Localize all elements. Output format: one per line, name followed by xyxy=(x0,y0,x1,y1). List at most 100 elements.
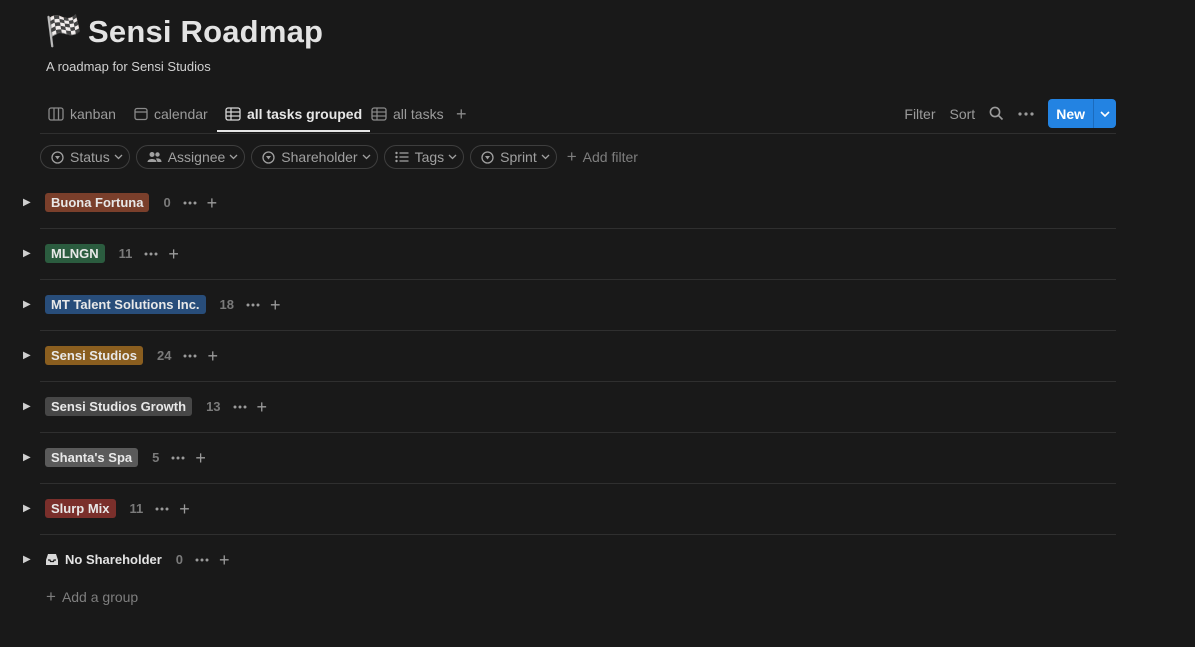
more-options-icon[interactable] xyxy=(155,507,169,511)
group-count: 11 xyxy=(118,246,133,261)
table-icon xyxy=(225,106,241,121)
no-shareholder-group[interactable]: No Shareholder xyxy=(45,552,162,567)
filter-sprint[interactable]: Sprint xyxy=(470,145,557,169)
more-options-icon[interactable] xyxy=(246,303,260,307)
group-tag[interactable]: Shanta's Spa xyxy=(45,448,139,467)
group-tag[interactable]: Sensi Studios Growth xyxy=(45,397,193,416)
list-icon xyxy=(394,151,409,163)
group-count: 13 xyxy=(206,399,221,414)
caret-right-icon[interactable]: ▶ xyxy=(23,248,33,259)
filter-bar: Status Assignee Shareholder Tags Sprint … xyxy=(40,145,638,169)
caret-right-icon[interactable]: ▶ xyxy=(23,452,33,463)
filter-label: Tags xyxy=(414,149,445,165)
group-count: 0 xyxy=(175,552,184,567)
tab-all-tasks-grouped[interactable]: all tasks grouped xyxy=(217,97,371,132)
tab-calendar[interactable]: calendar xyxy=(134,97,208,131)
caret-right-icon[interactable]: ▶ xyxy=(23,401,33,412)
group-row: ▶ MT Talent Solutions Inc. 18 + xyxy=(23,279,1116,331)
group-row: ▶ Shanta's Spa 5 + xyxy=(23,432,1116,484)
caret-right-icon[interactable]: ▶ xyxy=(23,503,33,514)
group-row: ▶ Slurp Mix 11 + xyxy=(23,483,1116,535)
table-icon xyxy=(371,107,387,121)
board-icon xyxy=(48,107,64,121)
filter-shareholder[interactable]: Shareholder xyxy=(251,145,378,169)
calendar-icon xyxy=(134,107,148,121)
tab-label: all tasks grouped xyxy=(247,105,363,122)
page-title[interactable]: Sensi Roadmap xyxy=(88,14,323,50)
caret-right-icon[interactable]: ▶ xyxy=(23,197,33,208)
more-options-icon[interactable] xyxy=(195,558,209,562)
more-options-icon[interactable] xyxy=(171,456,185,460)
more-options-icon[interactable] xyxy=(183,354,197,358)
add-item-button[interactable]: + xyxy=(270,296,281,314)
new-button-group: New xyxy=(1048,99,1116,128)
group-count: 11 xyxy=(129,501,144,516)
plus-icon: + xyxy=(46,587,56,606)
filter-label: Assignee xyxy=(167,149,226,165)
new-button[interactable]: New xyxy=(1048,99,1093,128)
chevron-down-icon xyxy=(229,154,238,160)
filter-button[interactable]: Filter xyxy=(904,106,935,122)
view-tabs: kanban calendar all tasks grouped all ta… xyxy=(40,97,1116,134)
tab-label: kanban xyxy=(70,106,116,122)
filter-tags[interactable]: Tags xyxy=(383,145,465,169)
caret-right-icon[interactable]: ▶ xyxy=(23,350,33,361)
caret-right-icon[interactable]: ▶ xyxy=(23,299,33,310)
add-group-button[interactable]: + Add a group xyxy=(46,587,139,606)
add-item-button[interactable]: + xyxy=(179,500,190,518)
tab-label: calendar xyxy=(154,106,208,122)
caret-right-icon[interactable]: ▶ xyxy=(23,554,33,565)
tab-all-tasks[interactable]: all tasks xyxy=(371,97,444,131)
filter-label: Shareholder xyxy=(281,149,358,165)
page-description[interactable]: A roadmap for Sensi Studios xyxy=(46,59,211,74)
group-count: 18 xyxy=(219,297,235,312)
group-row: ▶ Sensi Studios 24 + xyxy=(23,330,1116,382)
group-tag[interactable]: Slurp Mix xyxy=(45,499,116,518)
add-item-button[interactable]: + xyxy=(219,551,230,569)
group-tag[interactable]: MT Talent Solutions Inc. xyxy=(45,295,206,314)
inbox-icon xyxy=(46,554,58,565)
group-tag[interactable]: Sensi Studios xyxy=(45,346,143,365)
status-icon xyxy=(51,150,64,164)
people-icon xyxy=(147,152,162,162)
add-group-label: Add a group xyxy=(61,589,139,605)
view-actions: Filter Sort New xyxy=(890,99,1116,128)
add-item-button[interactable]: + xyxy=(195,449,206,467)
add-item-button[interactable]: + xyxy=(207,347,218,365)
chevron-down-icon xyxy=(541,154,550,160)
status-icon xyxy=(262,150,275,164)
group-count: 5 xyxy=(152,450,160,465)
filter-status[interactable]: Status xyxy=(40,145,130,169)
add-filter-button[interactable]: + Add filter xyxy=(567,148,638,165)
chevron-down-icon[interactable] xyxy=(1093,99,1116,128)
group-label: No Shareholder xyxy=(65,552,162,567)
more-options-icon[interactable] xyxy=(144,252,158,256)
add-item-button[interactable]: + xyxy=(207,194,218,212)
add-item-button[interactable]: + xyxy=(257,398,268,416)
group-tag[interactable]: MLNGN xyxy=(45,244,105,263)
more-options-icon[interactable] xyxy=(1018,111,1034,116)
filter-assignee[interactable]: Assignee xyxy=(135,145,246,169)
search-icon[interactable] xyxy=(989,106,1004,121)
checkered-flag-icon[interactable]: 🏁 xyxy=(45,14,82,50)
title-row: 🏁 Sensi Roadmap xyxy=(45,14,323,50)
tab-kanban[interactable]: kanban xyxy=(48,97,116,131)
status-icon xyxy=(481,150,494,164)
group-row: ▶ Sensi Studios Growth 13 + xyxy=(23,381,1116,433)
add-filter-label: Add filter xyxy=(582,149,638,165)
group-row: ▶ MLNGN 11 + xyxy=(23,228,1116,280)
more-options-icon[interactable] xyxy=(183,201,197,205)
group-row: ▶ No Shareholder 0 + xyxy=(23,534,1116,585)
group-count: 0 xyxy=(163,195,171,210)
more-options-icon[interactable] xyxy=(233,405,247,409)
chevron-down-icon xyxy=(362,154,371,160)
group-count: 24 xyxy=(156,348,172,363)
add-view-button[interactable]: + xyxy=(456,105,467,123)
chevron-down-icon xyxy=(114,154,123,160)
chevron-down-icon xyxy=(448,154,457,160)
add-item-button[interactable]: + xyxy=(168,245,179,263)
group-tag[interactable]: Buona Fortuna xyxy=(45,193,150,212)
tab-label: all tasks xyxy=(393,106,444,122)
sort-button[interactable]: Sort xyxy=(950,106,976,122)
filter-label: Sprint xyxy=(500,149,537,165)
